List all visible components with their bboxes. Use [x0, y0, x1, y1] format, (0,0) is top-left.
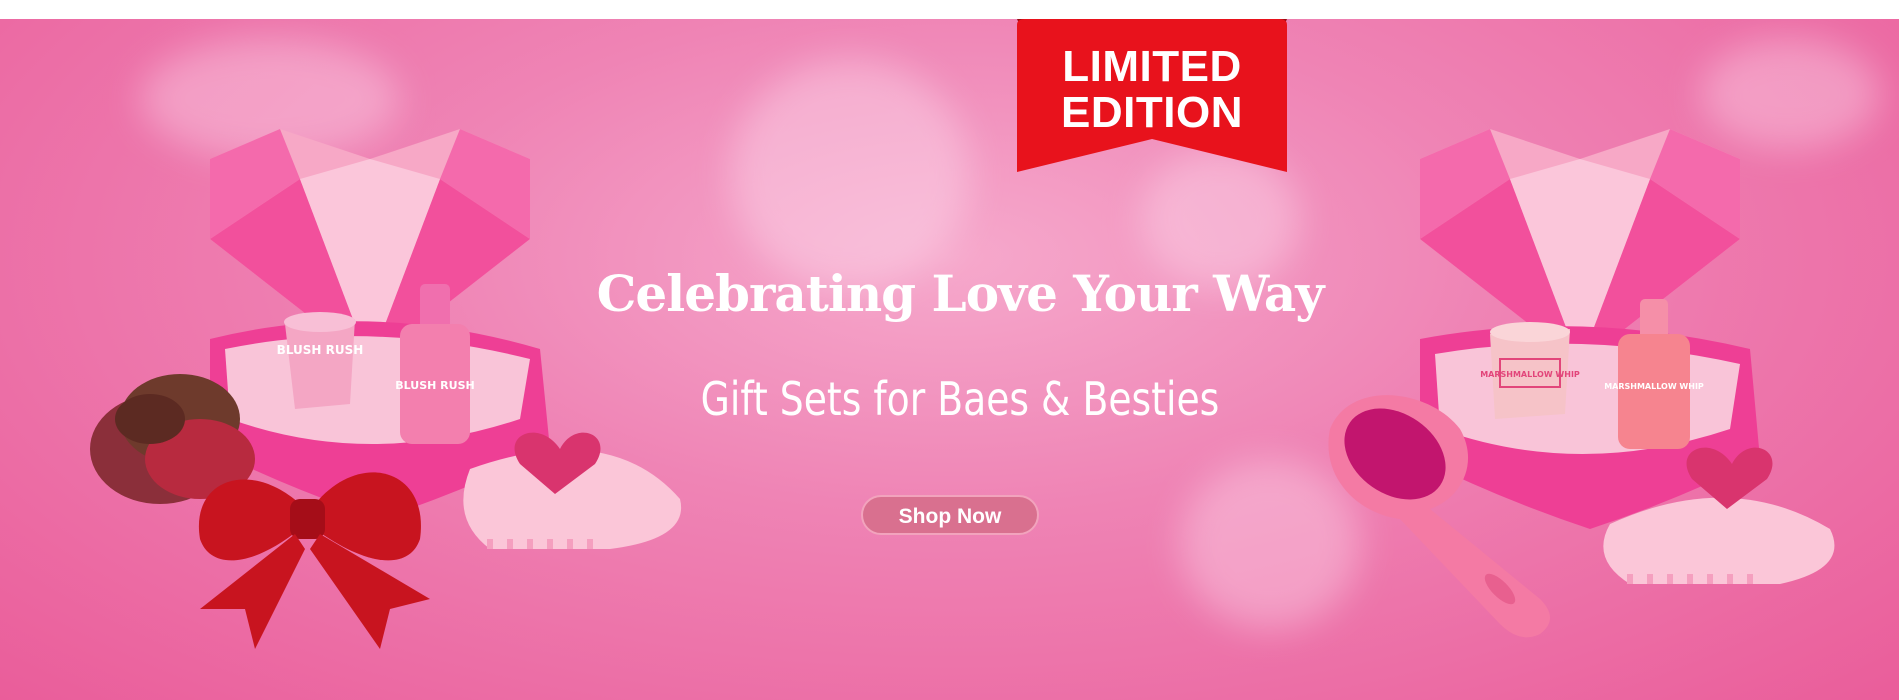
shop-now-button[interactable]: Shop Now: [861, 495, 1039, 535]
promo-banner: BLUSH RUSH BLUSH RUSH MARSHMALLOW WHIP M…: [0, 19, 1899, 700]
left-gift-set-illustration: BLUSH RUSH BLUSH RUSH: [90, 129, 682, 649]
right-gift-set-illustration: MARSHMALLOW WHIP MARSHMALLOW WHIP: [1328, 129, 1835, 638]
svg-text:BLUSH RUSH: BLUSH RUSH: [277, 343, 364, 357]
top-strip: [0, 0, 1899, 19]
svg-text:BLUSH RUSH: BLUSH RUSH: [395, 379, 474, 392]
right-jar: MARSHMALLOW WHIP: [1480, 322, 1580, 419]
svg-text:MARSHMALLOW WHIP: MARSHMALLOW WHIP: [1480, 370, 1580, 379]
headline: Celebrating Love Your Way: [596, 264, 1325, 323]
svg-text:MARSHMALLOW WHIP: MARSHMALLOW WHIP: [1604, 382, 1704, 391]
badge-line-2: EDITION: [1061, 88, 1243, 137]
limited-edition-label: LIMITED EDITION: [1017, 44, 1287, 136]
subheadline: Gift Sets for Baes & Besties: [700, 372, 1220, 426]
bokeh-heart: [730, 59, 970, 289]
shred-filling: [225, 336, 530, 444]
shred-filling: [1435, 343, 1740, 454]
velvet-bow: [198, 472, 430, 649]
badge-line-1: LIMITED: [1062, 42, 1242, 91]
